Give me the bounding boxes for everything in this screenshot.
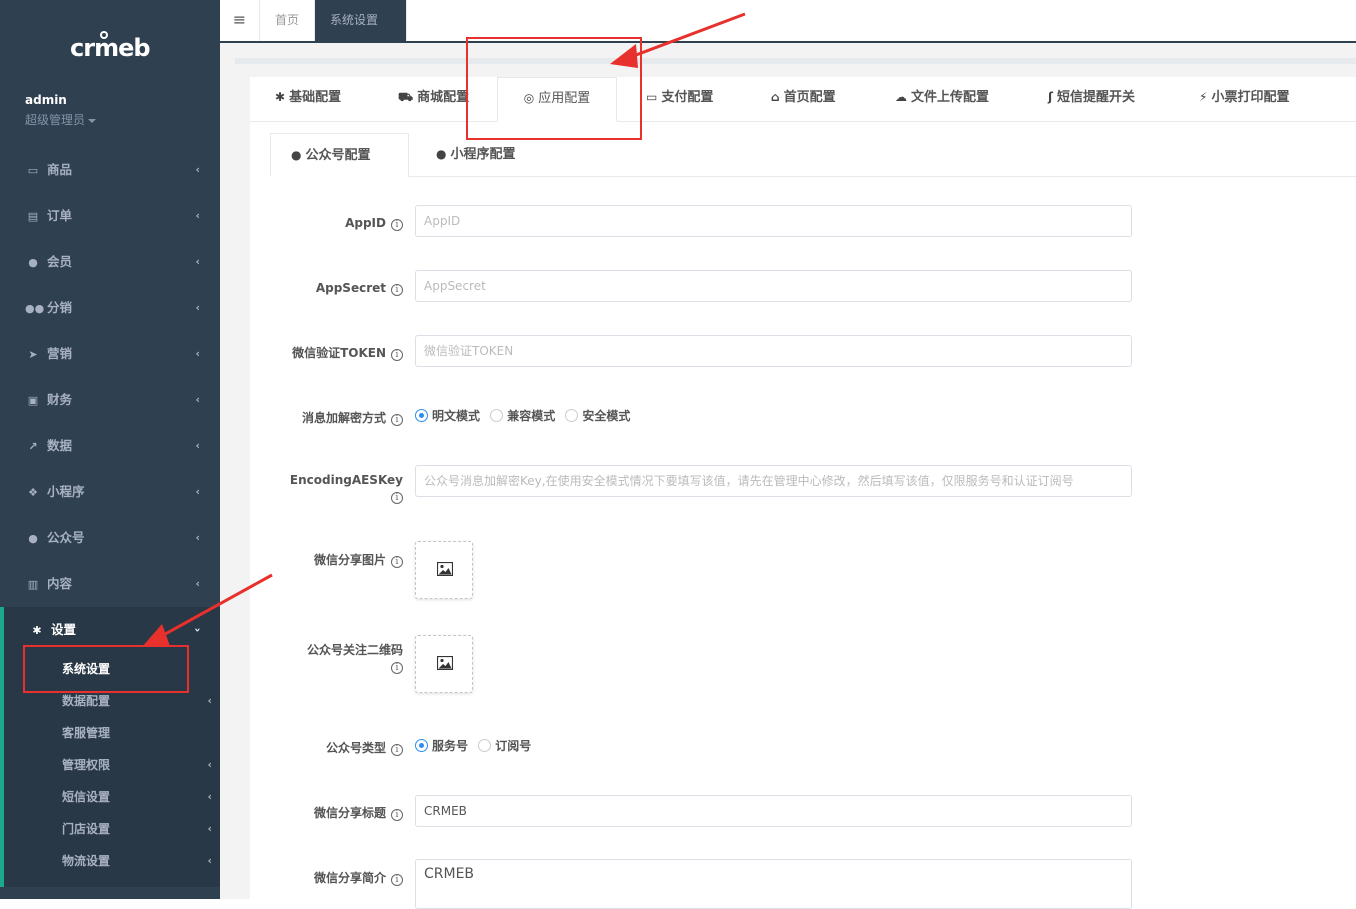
annotation-arrow-line bbox=[157, 573, 273, 640]
annotation-arrow-head bbox=[142, 624, 170, 647]
annotation-arrow-head bbox=[610, 44, 638, 68]
annotation-arrow-line bbox=[627, 12, 746, 60]
annotation-arrows bbox=[142, 12, 746, 647]
